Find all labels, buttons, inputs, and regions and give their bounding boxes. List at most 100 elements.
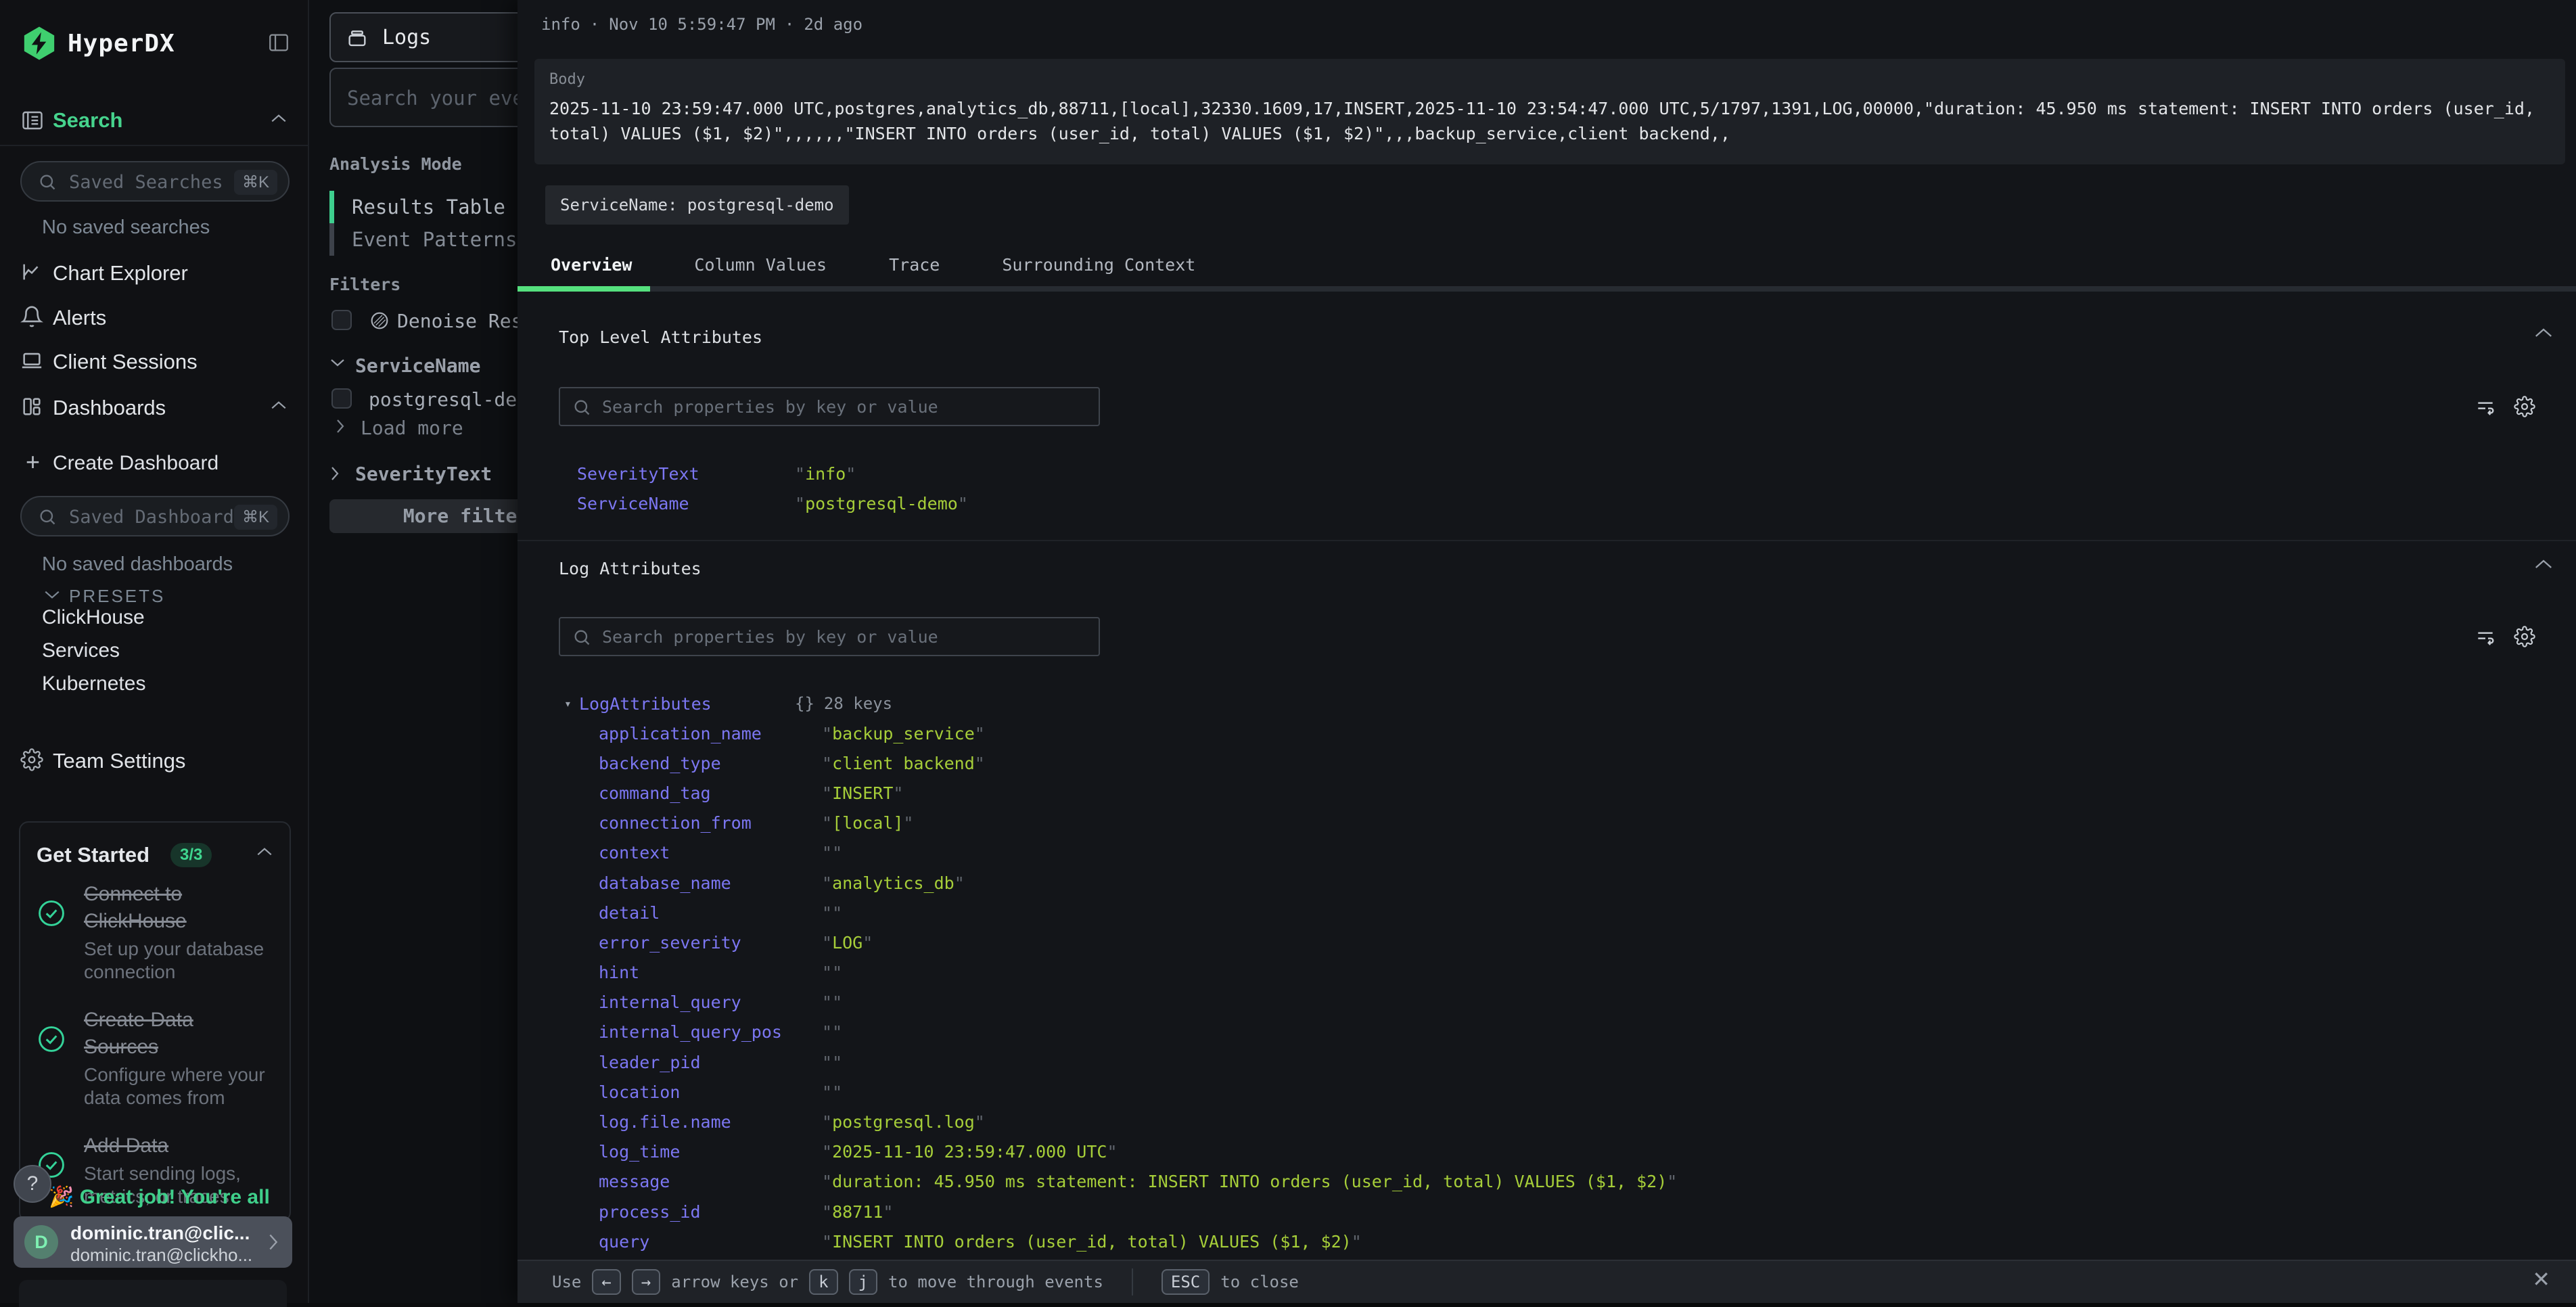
attribute-key[interactable]: command_tag — [599, 783, 822, 803]
attribute-key[interactable]: LogAttributes — [579, 694, 795, 714]
tab-trace[interactable]: Trace — [889, 246, 940, 284]
body-text[interactable]: 2025-11-10 23:59:47.000 UTC,postgres,ana… — [549, 96, 2550, 146]
sidebar-item-dashboards[interactable]: Dashboards — [0, 392, 308, 423]
attribute-value[interactable]: postgresql-demo — [795, 494, 968, 513]
attribute-key[interactable]: internal_query — [599, 992, 822, 1012]
attribute-key[interactable]: process_id — [599, 1202, 822, 1222]
mode-results-table[interactable]: Results Table — [352, 191, 505, 223]
attribute-value[interactable]: backup_service — [822, 724, 985, 743]
attribute-value[interactable]: INSERT INTO orders (user_id, total) VALU… — [822, 1232, 1362, 1252]
attribute-key[interactable]: context — [599, 843, 822, 863]
attribute-value[interactable]: duration: 45.950 ms statement: INSERT IN… — [822, 1172, 1677, 1191]
attribute-key[interactable]: error_severity — [599, 933, 822, 953]
attribute-value[interactable] — [822, 1082, 842, 1102]
log-attributes-tools — [2475, 626, 2535, 647]
attribute-key[interactable]: SeverityText — [577, 464, 795, 484]
braces-icon: {} — [795, 694, 814, 713]
attribute-value[interactable]: [local] — [822, 813, 913, 833]
attribute-key[interactable]: log.file.name — [599, 1112, 822, 1132]
shortcut-badge: ⌘K — [234, 170, 277, 195]
sidebar-item-preset[interactable]: Services — [42, 639, 350, 672]
attribute-row: hint — [599, 958, 1677, 988]
tab-overview[interactable]: Overview — [551, 246, 632, 284]
bell-icon — [20, 305, 43, 328]
attribute-value[interactable]: 2025-11-10 23:59:47.000 UTC — [822, 1142, 1118, 1162]
attribute-value[interactable]: postgresql.log — [822, 1112, 985, 1132]
mode-event-patterns[interactable]: Event Patterns — [352, 223, 517, 256]
gear-icon[interactable] — [2514, 396, 2535, 417]
attribute-key[interactable]: application_name — [599, 724, 822, 743]
attribute-value[interactable] — [822, 903, 842, 923]
get-started-items: Connect to ClickHouse Set up your databa… — [37, 881, 277, 1208]
saved-searches-input[interactable]: Saved Searches ⌘K — [20, 161, 290, 202]
create-dashboard-button[interactable]: + Create Dashboard — [0, 448, 308, 478]
sidebar-item-client-sessions[interactable]: Client Sessions — [0, 346, 308, 377]
tab-surrounding-context[interactable]: Surrounding Context — [1002, 246, 1195, 284]
attribute-value[interactable]: info — [795, 464, 856, 484]
presets-toggle[interactable]: PRESETS — [0, 584, 308, 609]
sidebar-collapse-icon[interactable] — [267, 31, 290, 54]
sidebar-item-preset[interactable]: ClickHouse — [42, 606, 350, 639]
help-button[interactable]: ? — [14, 1165, 51, 1203]
postgresql-demo-checkbox[interactable] — [331, 388, 352, 409]
attribute-key[interactable]: log_time — [599, 1142, 822, 1162]
attribute-key[interactable]: connection_from — [599, 813, 822, 833]
attribute-value[interactable] — [822, 992, 842, 1012]
attribute-key[interactable]: ServiceName — [577, 494, 795, 513]
get-started-item[interactable]: Create Data Sources Configure where your… — [37, 1007, 277, 1109]
gear-icon[interactable] — [2514, 626, 2535, 647]
log-attributes-root-row[interactable]: ▾ LogAttributes {} 28 keys — [564, 689, 892, 718]
sidebar-item-alerts[interactable]: Alerts — [0, 302, 308, 334]
attribute-value[interactable]: 88711 — [822, 1202, 893, 1222]
get-started-item[interactable]: Connect to ClickHouse Set up your databa… — [37, 881, 277, 984]
tab-column-values[interactable]: Column Values — [694, 246, 827, 284]
attribute-value[interactable]: client backend — [822, 754, 985, 773]
sidebar-item-team-settings[interactable]: Team Settings — [0, 746, 308, 777]
top-level-search-input[interactable]: Search properties by key or value — [559, 387, 1100, 426]
attribute-value[interactable]: analytics_db — [822, 873, 965, 893]
wrap-lines-icon[interactable] — [2475, 626, 2496, 647]
presets-label: PRESETS — [69, 586, 165, 607]
attribute-value[interactable] — [822, 1053, 842, 1072]
j-key[interactable]: j — [849, 1269, 877, 1295]
log-attributes-search-input[interactable]: Search properties by key or value — [559, 617, 1100, 656]
attribute-value[interactable]: INSERT — [822, 783, 903, 803]
attribute-key[interactable]: database_name — [599, 873, 822, 893]
attribute-key[interactable]: detail — [599, 903, 822, 923]
attribute-value[interactable]: LOG — [822, 933, 873, 953]
user-menu[interactable]: D dominic.tran@clic... dominic.tran@clic… — [14, 1216, 292, 1268]
attribute-key[interactable]: location — [599, 1082, 822, 1102]
collapse-section-icon[interactable] — [2533, 557, 2554, 571]
chevron-up-icon[interactable] — [256, 846, 273, 858]
attribute-key[interactable]: internal_query_pos — [599, 1022, 822, 1042]
attribute-row: log.file.name postgresql.log — [599, 1107, 1677, 1137]
sidebar-item-chart-explorer[interactable]: Chart Explorer — [0, 258, 308, 289]
sidebar-item-label: Search — [53, 108, 122, 133]
attribute-value[interactable] — [822, 963, 842, 982]
wrap-lines-icon[interactable] — [2475, 396, 2496, 417]
attribute-key[interactable]: message — [599, 1172, 822, 1191]
sidebar-item-search[interactable]: Search — [0, 106, 308, 137]
filters-label: Filters — [329, 275, 400, 294]
shortcut-badge: ⌘K — [234, 505, 277, 530]
attribute-key[interactable]: leader_pid — [599, 1053, 822, 1072]
k-key[interactable]: k — [809, 1269, 837, 1295]
key-count: 28 keys — [824, 694, 892, 713]
attribute-row: command_tag INSERT — [599, 778, 1677, 808]
attribute-value[interactable] — [822, 1022, 842, 1042]
sidebar-item-preset[interactable]: Kubernetes — [42, 672, 350, 706]
denoise-checkbox[interactable] — [331, 310, 352, 330]
left-arrow-key[interactable]: ← — [592, 1269, 620, 1295]
celebration-text: 🎉 Great job! You're all — [49, 1185, 290, 1212]
close-icon[interactable]: ✕ — [2532, 1266, 2550, 1292]
collapse-section-icon[interactable] — [2533, 326, 2554, 340]
service-tag[interactable]: ServiceName: postgresql-demo — [545, 185, 849, 225]
esc-key[interactable]: ESC — [1162, 1269, 1210, 1295]
product-updates-card[interactable] — [19, 1280, 287, 1307]
saved-dashboards-input[interactable]: Saved Dashboards ⌘K — [20, 496, 290, 536]
attribute-key[interactable]: query — [599, 1232, 822, 1252]
attribute-value[interactable] — [822, 843, 842, 863]
attribute-key[interactable]: hint — [599, 963, 822, 982]
attribute-key[interactable]: backend_type — [599, 754, 822, 773]
right-arrow-key[interactable]: → — [632, 1269, 660, 1295]
